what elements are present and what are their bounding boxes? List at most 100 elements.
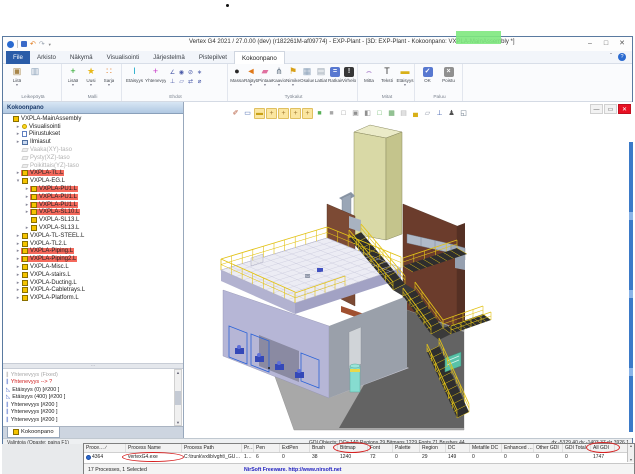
dropdown-arrow-icon[interactable]: ▼	[89, 84, 92, 87]
tree-item-visualisointi[interactable]: ▸Visualisointi	[3, 123, 183, 131]
measure-icon[interactable]: ▬	[254, 108, 265, 119]
constraint-type-icon[interactable]: ◉	[177, 69, 186, 78]
wireframe-icon[interactable]: □	[338, 108, 349, 119]
minimize-button[interactable]: –	[582, 37, 598, 50]
quickbar-dropdown-icon[interactable]: ▼	[48, 42, 52, 47]
ribbon-button-lattiat[interactable]: ▤Lattiat	[314, 66, 328, 83]
constraint-item[interactable]: ∥Yhtenevyys --> ?	[3, 379, 175, 387]
scroll-thumb[interactable]	[175, 391, 181, 405]
tree-item-vxpla-stairs-l[interactable]: ▸VXPLA-stairs.L	[3, 271, 183, 279]
maximize-button[interactable]: □	[598, 37, 614, 50]
right-edge-strip[interactable]	[629, 142, 633, 432]
cell-extpen[interactable]: 0	[280, 453, 310, 462]
tree-item-poikittais-yz-taso[interactable]: Poikittais(YZ)-taso	[3, 162, 183, 170]
constraint-type-icon[interactable]: ⊘	[186, 69, 195, 78]
ribbon-button-pintaan[interactable]: ▰Pintaan▼	[258, 66, 272, 87]
ribbon-button-teksti[interactable]: TTeksti	[378, 66, 396, 83]
cell-brush[interactable]: 38	[310, 453, 338, 462]
tree-item-ilmiasut[interactable]: ▸Ilmiasut	[3, 138, 183, 146]
viewport-3d[interactable]: ✐▭▬++++■■□▣◧□▦▤▄▱⊥♟◱ — ▭ ✕	[184, 102, 634, 438]
ribbon-button-virheloki[interactable]: !Virheloki	[342, 66, 356, 83]
constraint-item[interactable]: ∥Yhtenevyys (Fixed)	[3, 371, 175, 379]
dropdown-arrow-icon[interactable]: ▼	[291, 84, 294, 87]
column-header-proce[interactable]: Proce… ∕	[84, 444, 126, 452]
tree-item-vxpla-misc-l[interactable]: ▸VXPLA-Misc.L	[3, 263, 183, 271]
ribbon-button-r-j-yt[interactable]: ◄Räjäytä▼	[244, 66, 258, 87]
close-button[interactable]: ✕	[614, 37, 630, 50]
ribbon-button-mitta[interactable]: ⌢Mitta	[360, 66, 378, 83]
ribbon-button-lis[interactable]: +Lisää▼	[64, 66, 82, 87]
cell-bitmap[interactable]: 1240	[338, 453, 368, 462]
constraints-scrollbar[interactable]: ▲▼	[174, 369, 182, 426]
pin-icon[interactable]: ✐	[230, 108, 241, 119]
box-view-icon[interactable]: ▣	[350, 108, 361, 119]
ribbon-button-kaaviot[interactable]: ⋔Kaaviot▼	[272, 66, 286, 87]
tree-item-vxpla-pu1-l[interactable]: ▸VXPLA-PU1.L	[3, 193, 183, 201]
dropdown-arrow-icon[interactable]: ▼	[249, 84, 252, 87]
snap-mid-icon[interactable]: +	[278, 108, 289, 119]
ribbon-button-ok[interactable]: ✓OK	[417, 66, 438, 83]
axes-icon[interactable]: ⊥	[434, 108, 445, 119]
tree-item-vxpla-tl2-l[interactable]: ▸VXPLA-TL2.L	[3, 240, 183, 248]
column-header-process-path[interactable]: Process Path	[182, 444, 242, 452]
ribbon-button-copy[interactable]: ▥	[29, 66, 41, 77]
cell-metafile-dc[interactable]: 0	[470, 453, 502, 462]
tree-item-vxpla-sl13-l[interactable]: VXPLA-SL13.L	[3, 216, 183, 224]
ribbon-button-nimiketiedot[interactable]: ⚑Nimiketiedot▼	[286, 66, 300, 87]
scroll-down-icon[interactable]: ▼	[628, 458, 634, 462]
cell-process-path[interactable]: C:\trunk\vxlib\vght\_GU…	[182, 453, 242, 462]
dropdown-arrow-icon[interactable]: ▼	[71, 84, 74, 87]
column-header-enhanced[interactable]: Enhanced …	[502, 444, 534, 452]
constraint-item[interactable]: ◺Etäisyys (400) [#200 ]	[3, 394, 175, 402]
column-header-pr[interactable]: Pr…	[242, 444, 254, 452]
constraint-item[interactable]: ∥Yhtenevyys [#200 ]	[3, 416, 175, 424]
cell-enhanced[interactable]: 0	[502, 453, 534, 462]
cell-dc[interactable]: 149	[446, 453, 470, 462]
cell-all-gdi[interactable]: 1747	[591, 453, 615, 462]
tree-item-vxpla-ducting-l[interactable]: ▸VXPLA-Ducting.L	[3, 279, 183, 287]
save-icon[interactable]	[21, 41, 27, 47]
column-header-region[interactable]: Region	[420, 444, 446, 452]
cell-gdi-total[interactable]: 0	[563, 453, 591, 462]
snap-point-icon[interactable]: +	[266, 108, 277, 119]
tab-visualisointi[interactable]: Visualisointi	[100, 51, 147, 64]
tab-kokoonpano[interactable]: Kokoonpano	[234, 51, 285, 64]
mdi-restore-button[interactable]: ▭	[604, 104, 617, 114]
snap-center-icon[interactable]: +	[290, 108, 301, 119]
ribbon-button-liit[interactable]: ▣Liitä▼	[5, 66, 29, 87]
fit-view-icon[interactable]: ◱	[458, 108, 469, 119]
constraint-item[interactable]: ◺Etäisyys (0) [#200 ]	[3, 386, 175, 394]
dropdown-arrow-icon[interactable]: ▼	[107, 84, 110, 87]
mdi-close-button[interactable]: ✕	[618, 104, 631, 114]
scroll-down-icon[interactable]: ▼	[175, 420, 181, 425]
layers-icon[interactable]: ▤	[398, 108, 409, 119]
ribbon-button-et-isyys[interactable]: ▬Etäisyys▼	[396, 66, 414, 87]
ribbon-button-osaluettelo[interactable]: ▦Osaluettelo	[300, 66, 314, 83]
cell-font[interactable]: 72	[368, 453, 393, 462]
plant-3d-model[interactable]	[199, 120, 635, 442]
tree-item-vxpla-eg-l[interactable]: ▾VXPLA-EG.L	[3, 177, 183, 185]
ribbon-button-ratkaise[interactable]: =Ratkaise	[328, 66, 342, 83]
shaded-view-icon[interactable]: ■	[314, 108, 325, 119]
tab-n-kym[interactable]: Näkymä	[63, 51, 100, 64]
constraint-type-icon[interactable]: ⌀	[195, 78, 204, 87]
nirsoft-link[interactable]: NirSoft Freeware. http://www.nirsoft.net	[244, 467, 342, 473]
undo-icon[interactable]: ↶	[30, 41, 36, 48]
cell-region[interactable]: 29	[420, 453, 446, 462]
constraint-type-icon[interactable]: ⊥	[168, 78, 177, 87]
ribbon-collapse-icon[interactable]: ˆ	[610, 54, 612, 60]
tree-item-vxpla-piping-l[interactable]: ▸VXPLA-Piping.L	[3, 248, 183, 256]
panel-tab-kokoonpano[interactable]: Kokoonpano	[7, 427, 60, 438]
dropdown-arrow-icon[interactable]: ▼	[277, 84, 280, 87]
tab-pistepilvet[interactable]: Pistepilvet	[192, 51, 234, 64]
tab-j-rjestelm[interactable]: Järjestelmä	[146, 51, 192, 64]
tab-arkisto[interactable]: Arkisto	[30, 51, 63, 64]
column-header-palette[interactable]: Palette	[393, 444, 420, 452]
hidden-line-icon[interactable]: ■	[326, 108, 337, 119]
constraint-item[interactable]: ∥Yhtenevyys [#200 ]	[3, 401, 175, 409]
drawer-icon[interactable]: ▄	[410, 108, 421, 119]
redo-icon[interactable]: ↷	[39, 41, 45, 48]
ribbon-button-uusi[interactable]: ★Uusi▼	[82, 66, 100, 87]
scroll-up-icon[interactable]: ▲	[628, 444, 634, 448]
column-header-process-name[interactable]: Process Name	[126, 444, 182, 452]
